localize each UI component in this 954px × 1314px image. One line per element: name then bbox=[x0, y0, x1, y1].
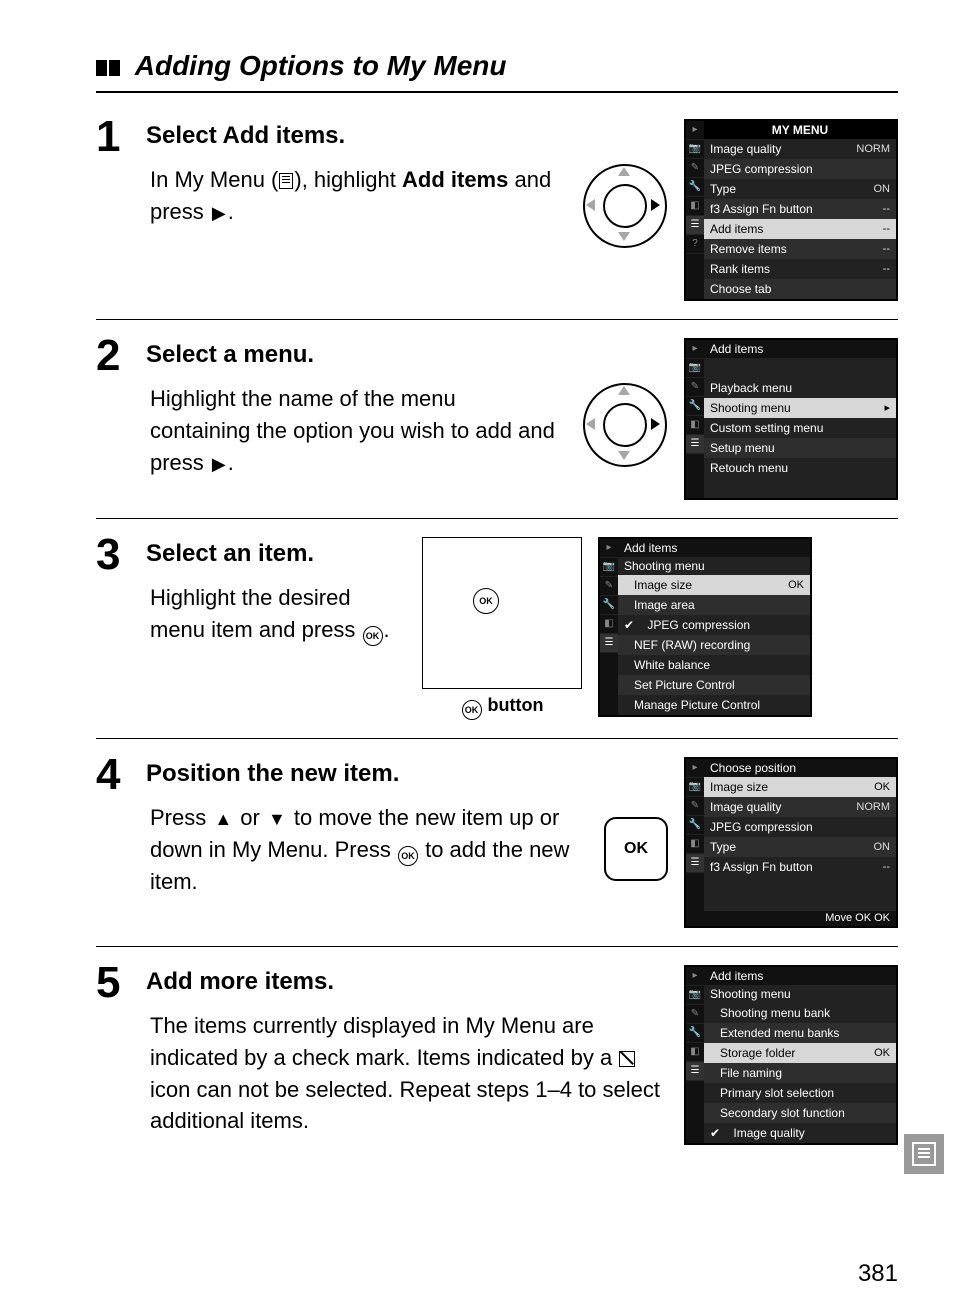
down-arrow-icon: ▼ bbox=[268, 806, 286, 832]
lcd-row: Shooting menu▸ bbox=[704, 398, 896, 418]
step-description: Highlight the name of the menu containin… bbox=[146, 383, 562, 479]
ok-icon: OK bbox=[363, 626, 383, 646]
lcd-row: f3 Assign Fn button-- bbox=[704, 857, 896, 877]
lcd-footer: Move OK OK bbox=[704, 911, 896, 926]
step-number: 2 bbox=[96, 334, 146, 378]
lcd-row: Extended menu banks bbox=[704, 1023, 896, 1043]
lcd-row: Image sizeOK bbox=[704, 777, 896, 797]
lcd-row: f3 Assign Fn button-- bbox=[704, 199, 896, 219]
lcd-header: Add items bbox=[618, 539, 810, 557]
lcd-row: Manage Picture Control bbox=[618, 695, 810, 715]
step-number: 3 bbox=[96, 533, 146, 577]
lcd-row: TypeON bbox=[704, 179, 896, 199]
lcd-row: File naming bbox=[704, 1063, 896, 1083]
lcd-row: Remove items-- bbox=[704, 239, 896, 259]
lcd-screenshot-3: ▸📷✎🔧◧☰ Add items Shooting menu Image siz… bbox=[598, 537, 812, 717]
mymenu-icon bbox=[279, 173, 293, 189]
step-5: 5 Add more items. The items currently di… bbox=[96, 947, 898, 1163]
dpad-illustration bbox=[578, 378, 668, 468]
section-marker-icon bbox=[96, 51, 122, 83]
section-title: Adding Options to My Menu bbox=[96, 50, 898, 93]
step-title: Select Add items. bbox=[146, 119, 562, 154]
ok-icon: OK bbox=[398, 846, 418, 866]
lcd-row: Retouch menu bbox=[704, 458, 896, 478]
step-number: 4 bbox=[96, 753, 146, 797]
lcd-title: MY MENU bbox=[704, 121, 896, 139]
lcd-screenshot-2: ▸📷✎🔧◧☰ Add items Playback menuShooting m… bbox=[684, 338, 898, 500]
dpad-illustration bbox=[578, 159, 668, 249]
right-arrow-icon: ▶ bbox=[212, 451, 226, 477]
step-description: The items currently displayed in My Menu… bbox=[146, 1010, 668, 1138]
lcd-screenshot-5: ▸📷✎🔧◧☰ Add items Shooting menu Shooting … bbox=[684, 965, 898, 1145]
lcd-row: ✔ Image quality bbox=[704, 1123, 896, 1143]
camera-illustration: OK OK button bbox=[422, 537, 582, 720]
ok-button-illustration: OK bbox=[604, 817, 668, 881]
lcd-row: Custom setting menu bbox=[704, 418, 896, 438]
margin-tab-icon bbox=[904, 1134, 944, 1174]
lcd-row: Playback menu bbox=[704, 378, 896, 398]
lcd-row: Setup menu bbox=[704, 438, 896, 458]
step-description: Press ▲ or ▼ to move the new item up or … bbox=[146, 802, 588, 898]
lcd-row: Primary slot selection bbox=[704, 1083, 896, 1103]
step-description: In My Menu (), highlight Add items and p… bbox=[146, 164, 562, 228]
lcd-row: Image area bbox=[618, 595, 810, 615]
lcd-row: White balance bbox=[618, 655, 810, 675]
step-3: 3 Select an item. Highlight the desired … bbox=[96, 519, 898, 739]
lcd-row: Storage folderOK bbox=[704, 1043, 896, 1063]
step-title: Position the new item. bbox=[146, 757, 588, 792]
lcd-row: Image qualityNORM bbox=[704, 139, 896, 159]
lcd-subheader: Shooting menu bbox=[618, 557, 810, 575]
lcd-row: Shooting menu bank bbox=[704, 1003, 896, 1023]
step-1: 1 Select Add items. In My Menu (), highl… bbox=[96, 101, 898, 320]
lcd-row: Image qualityNORM bbox=[704, 797, 896, 817]
lcd-row: JPEG compression bbox=[704, 817, 896, 837]
lcd-row: Image sizeOK bbox=[618, 575, 810, 595]
ok-button-caption: button bbox=[488, 695, 544, 715]
section-title-text: Adding Options to My Menu bbox=[135, 50, 507, 81]
lcd-row: ✔ JPEG compression bbox=[618, 615, 810, 635]
lcd-row: Add items-- bbox=[704, 219, 896, 239]
lcd-header: Choose position bbox=[704, 759, 896, 777]
step-number: 5 bbox=[96, 961, 146, 1005]
lcd-subheader: Shooting menu bbox=[704, 985, 896, 1003]
page-number: 381 bbox=[858, 1260, 898, 1288]
up-arrow-icon: ▲ bbox=[214, 806, 232, 832]
lcd-row: TypeON bbox=[704, 837, 896, 857]
lcd-row: JPEG compression bbox=[704, 159, 896, 179]
right-arrow-icon: ▶ bbox=[212, 200, 226, 226]
lcd-screenshot-1: ▸📷✎🔧◧☰? MY MENU Image qualityNORMJPEG co… bbox=[684, 119, 898, 301]
step-4: 4 Position the new item. Press ▲ or ▼ to… bbox=[96, 739, 898, 947]
lcd-row: NEF (RAW) recording bbox=[618, 635, 810, 655]
ok-icon: OK bbox=[462, 700, 482, 720]
lcd-header: Add items bbox=[704, 340, 896, 358]
lcd-row: Rank items-- bbox=[704, 259, 896, 279]
step-title: Select an item. bbox=[146, 537, 406, 572]
lcd-row: Choose tab bbox=[704, 279, 896, 299]
step-description: Highlight the desired menu item and pres… bbox=[146, 582, 406, 646]
step-title: Select a menu. bbox=[146, 338, 562, 373]
excluded-icon bbox=[619, 1051, 635, 1067]
lcd-row: Set Picture Control bbox=[618, 675, 810, 695]
step-number: 1 bbox=[96, 115, 146, 159]
lcd-row: Secondary slot function bbox=[704, 1103, 896, 1123]
lcd-screenshot-4: ▸📷✎🔧◧☰ Choose position Image sizeOKImage… bbox=[684, 757, 898, 928]
step-2: 2 Select a menu. Highlight the name of t… bbox=[96, 320, 898, 519]
step-title: Add more items. bbox=[146, 965, 668, 1000]
lcd-header: Add items bbox=[704, 967, 896, 985]
